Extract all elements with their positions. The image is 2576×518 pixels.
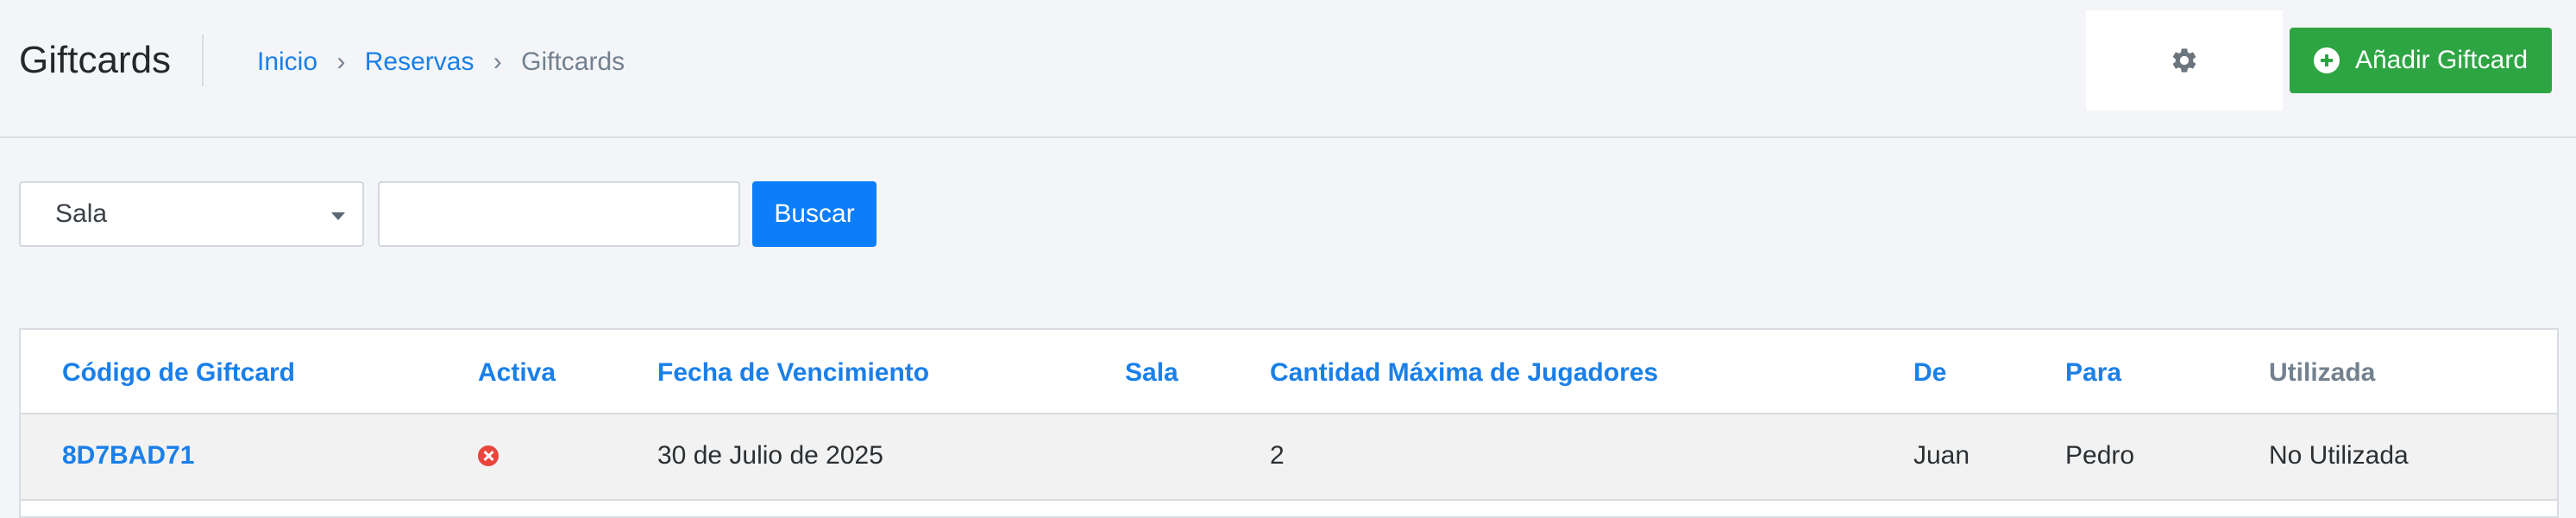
cell-utilizada: No Utilizada — [2269, 441, 2409, 470]
breadcrumb-separator: › — [336, 47, 346, 76]
cell-para: Pedro — [2065, 441, 2135, 470]
search-input[interactable] — [378, 181, 740, 247]
column-header-para[interactable]: Para — [2065, 356, 2121, 390]
table-row: 8D7BAD71 30 de Julio de 2025 2 Juan Pedr… — [21, 414, 2557, 501]
gear-icon — [2172, 48, 2196, 73]
sala-select-value: Sala — [55, 199, 108, 228]
column-header-de[interactable]: De — [1913, 356, 1946, 390]
sala-select[interactable]: Sala — [19, 181, 364, 247]
column-header-cantidad-maxima[interactable]: Cantidad Máxima de Jugadores — [1270, 356, 1658, 390]
inactive-x-icon — [478, 445, 499, 466]
title-divider — [202, 35, 204, 86]
breadcrumb-separator: › — [493, 47, 502, 76]
add-giftcard-label: Añadir Giftcard — [2354, 46, 2529, 74]
page-header: Giftcards Inicio › Reservas › Giftcards … — [0, 0, 2576, 138]
settings-button[interactable] — [2086, 10, 2283, 111]
giftcard-code-link[interactable]: 8D7BAD71 — [62, 439, 194, 473]
page-title: Giftcards — [19, 39, 172, 81]
column-header-sala[interactable]: Sala — [1125, 356, 1178, 390]
giftcards-table: Código de Giftcard Activa Fecha de Venci… — [19, 328, 2559, 518]
search-button[interactable]: Buscar — [752, 181, 876, 247]
cell-fecha-vencimiento: 30 de Julio de 2025 — [657, 441, 883, 470]
cell-de: Juan — [1913, 441, 1970, 470]
cell-cantidad-maxima: 2 — [1270, 441, 1285, 470]
breadcrumb-link-inicio[interactable]: Inicio — [257, 47, 317, 76]
add-giftcard-button[interactable]: Añadir Giftcard — [2290, 28, 2552, 93]
column-header-codigo[interactable]: Código de Giftcard — [62, 356, 295, 390]
column-header-fecha-vencimiento[interactable]: Fecha de Vencimiento — [657, 356, 929, 390]
breadcrumb: Inicio › Reservas › Giftcards — [257, 45, 625, 79]
breadcrumb-link-reservas[interactable]: Reservas — [365, 47, 474, 76]
column-header-utilizada: Utilizada — [2269, 358, 2376, 387]
plus-circle-icon — [2313, 47, 2340, 73]
caret-down-icon — [331, 212, 345, 220]
column-header-activa[interactable]: Activa — [478, 356, 556, 390]
breadcrumb-current: Giftcards — [521, 47, 625, 76]
